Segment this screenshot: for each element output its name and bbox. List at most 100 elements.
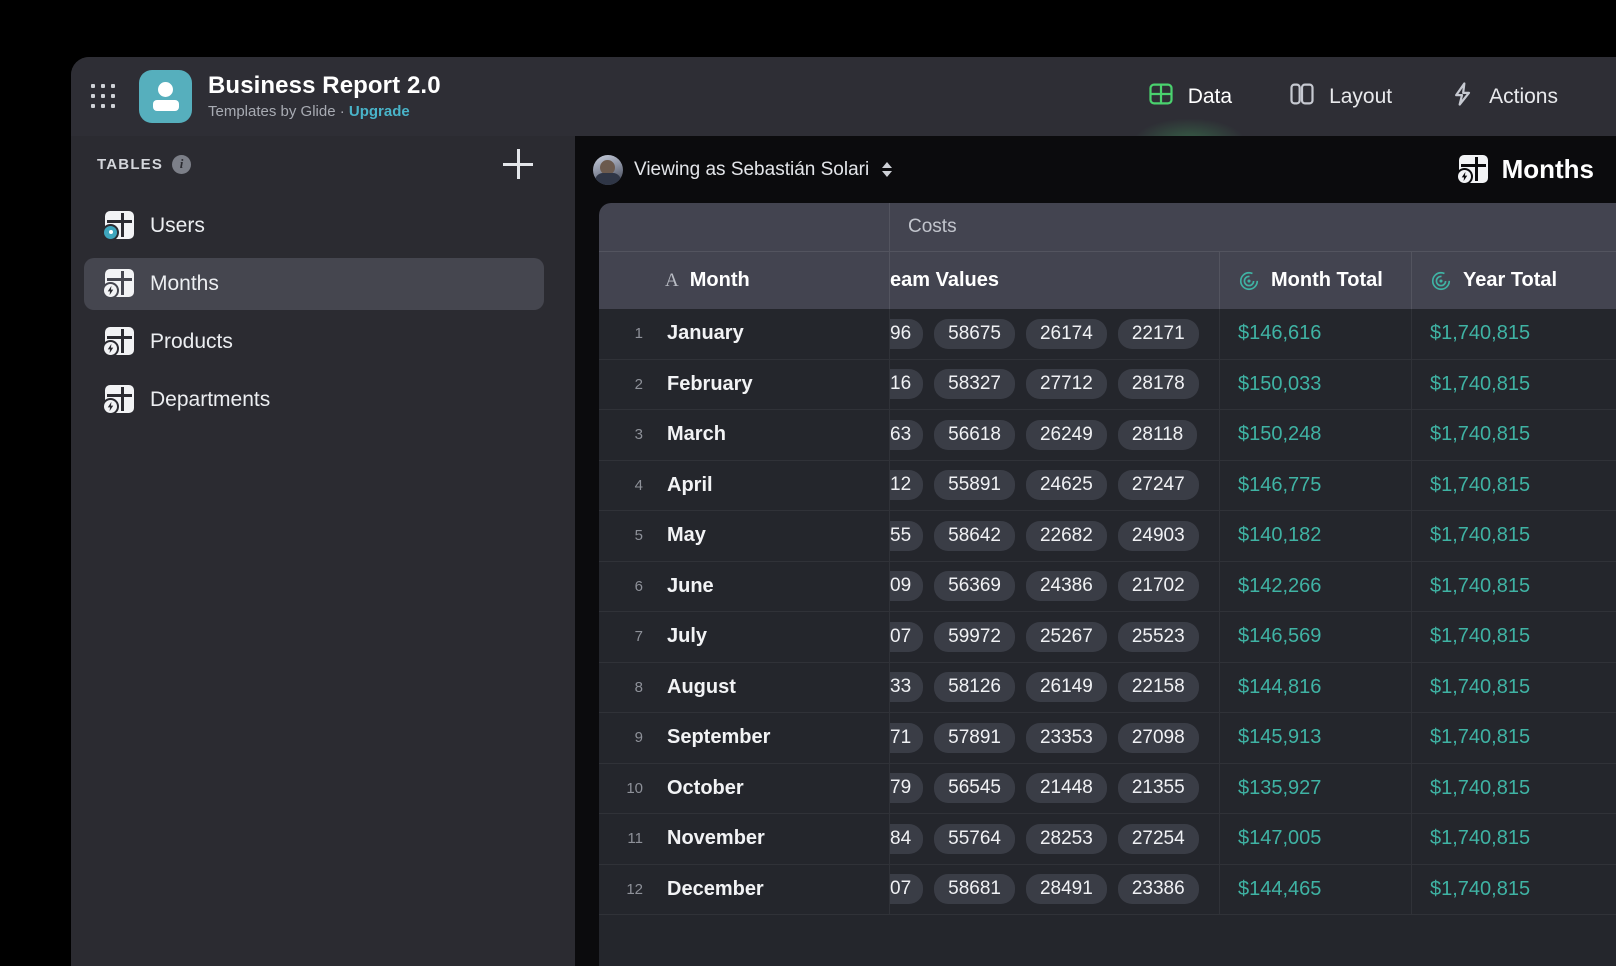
cell-month-total[interactable]: $146,775 (1220, 460, 1412, 510)
grid-header-row: A Month eam Values Month Total Year Tota… (599, 251, 1616, 309)
cell-month-total[interactable]: $144,816 (1220, 662, 1412, 712)
cell-year-total[interactable]: $1,740,815 (1412, 309, 1616, 359)
cell-month[interactable]: June (657, 561, 890, 611)
cell-month[interactable]: January (657, 309, 890, 359)
cell-month-total[interactable]: $150,248 (1220, 410, 1412, 460)
column-header-label: Month Total (1271, 269, 1383, 291)
cell-month[interactable]: May (657, 511, 890, 561)
table-row[interactable]: 1 January 96 58675 26174 22171 $146,616 $1,740,… (599, 309, 1616, 360)
table-row[interactable]: 5 May 55 58642 22682 24903 $140,182 $1,740,815 (599, 511, 1616, 562)
column-header-team-values[interactable]: eam Values (890, 252, 1220, 309)
tab-layout[interactable]: Layout (1260, 57, 1420, 136)
column-header-year-total[interactable]: Year Total (1412, 252, 1616, 309)
cell-team-values[interactable]: 71 57891 23353 27098 (890, 713, 1220, 763)
tab-data[interactable]: Data (1119, 57, 1260, 166)
table-row[interactable]: 2 February 16 58327 27712 28178 $150,033 $1,740… (599, 359, 1616, 410)
app-subtitle: Templates by Glide · Upgrade (208, 102, 441, 122)
cell-year-total[interactable]: $1,740,815 (1412, 814, 1616, 864)
sidebar-item-users[interactable]: Users (84, 200, 544, 252)
cell-month[interactable]: November (657, 814, 890, 864)
cell-year-total[interactable]: $1,740,815 (1412, 562, 1616, 612)
cell-month-total[interactable]: $145,913 (1220, 713, 1412, 763)
cell-team-values[interactable]: 07 59972 25267 25523 (890, 612, 1220, 662)
cell-year-total[interactable]: $1,740,815 (1412, 713, 1616, 763)
cell-year-total[interactable]: $1,740,815 (1412, 865, 1616, 915)
table-row[interactable]: 9 September 71 57891 23353 27098 $145,913 $1,74… (599, 713, 1616, 764)
viewing-as-selector[interactable]: Viewing as Sebastián Solari (593, 154, 893, 185)
cell-month[interactable]: December (657, 864, 890, 914)
cell-month[interactable]: March (657, 410, 890, 460)
value-chip: 21448 (1025, 773, 1107, 804)
cell-month[interactable]: July (657, 612, 890, 662)
table-icon (102, 385, 134, 415)
table-row[interactable]: 12 December 07 58681 28491 23386 $144,465 $1,74… (599, 864, 1616, 915)
cell-month-total[interactable]: $146,569 (1220, 612, 1412, 662)
cell-year-total[interactable]: $1,740,815 (1412, 764, 1616, 814)
cell-year-total[interactable]: $1,740,815 (1412, 360, 1616, 410)
sidebar-item-months[interactable]: Months (84, 258, 544, 310)
grid-menu-icon[interactable] (91, 83, 117, 110)
cell-month-total[interactable]: $144,465 (1220, 864, 1412, 914)
sidebar-item-products[interactable]: Products (84, 316, 544, 368)
column-header-label: eam Values (890, 269, 999, 291)
app-logo-icon[interactable] (139, 70, 192, 123)
cell-month[interactable]: August (657, 662, 890, 712)
tab-actions[interactable]: Actions (1420, 57, 1586, 136)
column-header-month[interactable]: A Month (657, 252, 890, 309)
add-table-button[interactable] (503, 149, 533, 179)
cell-month-total[interactable]: $147,005 (1220, 814, 1412, 864)
value-chip: 22682 (1025, 520, 1107, 551)
chevron-up-down-icon (882, 162, 893, 177)
table-row[interactable]: 6 June 09 56369 24386 21702 $142,266 $1,740,815 (599, 561, 1616, 612)
cell-year-total[interactable]: $1,740,815 (1412, 612, 1616, 662)
cell-month[interactable]: February (657, 359, 890, 409)
cell-month-total[interactable]: $135,927 (1220, 763, 1412, 813)
group-header-blank (599, 203, 890, 251)
group-header-costs: Costs (908, 216, 957, 237)
cell-month-total[interactable]: $142,266 (1220, 561, 1412, 611)
cell-month-total[interactable]: $140,182 (1220, 511, 1412, 561)
value-chip: 25523 (1117, 621, 1199, 652)
cell-team-values[interactable]: 79 56545 21448 21355 (890, 763, 1220, 813)
table-row[interactable]: 10 October 79 56545 21448 21355 $135,927 $1,740… (599, 763, 1616, 814)
cell-year-total[interactable]: $1,740,815 (1412, 511, 1616, 561)
sidebar-item-label: Users (150, 214, 205, 237)
table-row[interactable]: 7 July 07 59972 25267 25523 $146,569 $1,740,815 (599, 612, 1616, 663)
value-chip: 12 (890, 470, 924, 501)
bolt-badge-icon (102, 398, 119, 415)
cell-month[interactable]: April (657, 460, 890, 510)
value-chip: 71 (890, 722, 924, 753)
table-row[interactable]: 4 April 12 55891 24625 27247 $146,775 $1,740,81… (599, 460, 1616, 511)
cell-team-values[interactable]: 96 58675 26174 22171 (890, 309, 1220, 359)
cell-year-total[interactable]: $1,740,815 (1412, 663, 1616, 713)
cell-year-total[interactable]: $1,740,815 (1412, 461, 1616, 511)
tab-actions-label: Actions (1489, 84, 1558, 108)
table-row[interactable]: 8 August 33 58126 26149 22158 $144,816 $1,740,8… (599, 662, 1616, 713)
cell-team-values[interactable]: 09 56369 24386 21702 (890, 561, 1220, 611)
table-icon (102, 211, 134, 241)
cell-month-total[interactable]: $150,033 (1220, 359, 1412, 409)
table-row[interactable]: 3 March 63 56618 26249 28118 $150,248 $1,740,81… (599, 410, 1616, 461)
cell-month[interactable]: October (657, 763, 890, 813)
cell-team-values[interactable]: 55 58642 22682 24903 (890, 511, 1220, 561)
cell-month-total[interactable]: $146,616 (1220, 309, 1412, 359)
cell-team-values[interactable]: 16 58327 27712 28178 (890, 359, 1220, 409)
upgrade-link[interactable]: Upgrade (349, 103, 410, 120)
grid-body: 1 January 96 58675 26174 22171 $146,616 $1,740,… (599, 309, 1616, 915)
cell-team-values[interactable]: 84 55764 28253 27254 (890, 814, 1220, 864)
sidebar-item-label: Departments (150, 388, 271, 411)
cell-month[interactable]: September (657, 713, 890, 763)
column-header-month-total[interactable]: Month Total (1220, 252, 1412, 309)
cell-team-values[interactable]: 12 55891 24625 27247 (890, 460, 1220, 510)
cell-team-values[interactable]: 07 58681 28491 23386 (890, 864, 1220, 914)
sidebar-item-departments[interactable]: Departments (84, 374, 544, 426)
cell-year-total[interactable]: $1,740,815 (1412, 410, 1616, 460)
value-chip: 79 (890, 773, 924, 804)
user-badge-icon (102, 224, 119, 241)
value-chip: 59972 (934, 621, 1015, 652)
row-index: 8 (634, 678, 643, 696)
table-row[interactable]: 11 November 84 55764 28253 27254 $147,005 $1,74… (599, 814, 1616, 865)
cell-team-values[interactable]: 63 56618 26249 28118 (890, 410, 1220, 460)
info-icon[interactable]: i (172, 154, 192, 174)
cell-team-values[interactable]: 33 58126 26149 22158 (890, 662, 1220, 712)
